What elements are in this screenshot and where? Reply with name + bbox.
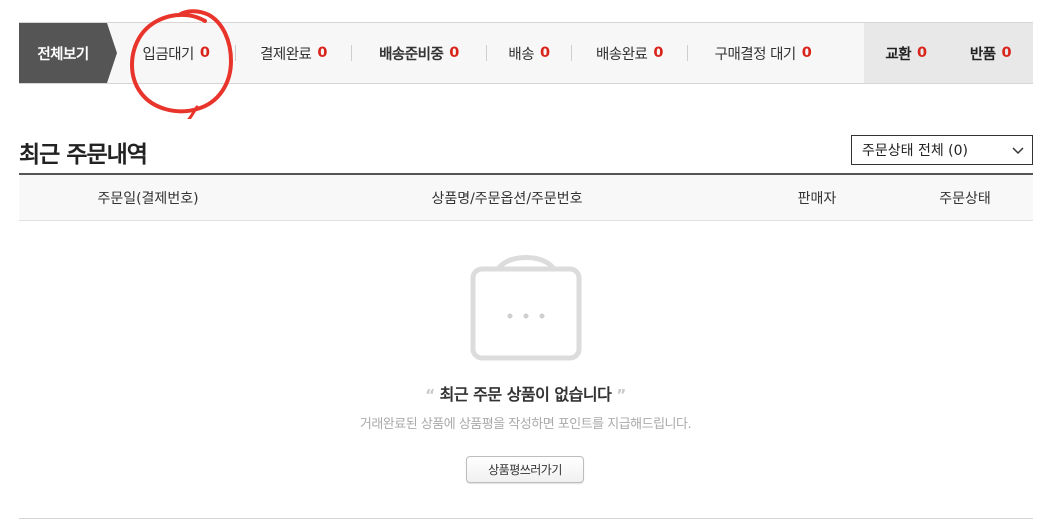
empty-state-description: 거래완료된 상품에 상품평을 작성하면 포인트를 지급해드립니다. (359, 417, 692, 432)
tab-label: 배송준비중 (379, 46, 444, 63)
tab-label: 반품 (969, 46, 996, 63)
tab-count: 0 (1001, 45, 1012, 61)
empty-state-title: “ 최근 주문 상품이 없습니다 ” (0, 381, 1051, 405)
order-status-tabbar: 전체보기 입금대기 0 결제완료 0 배송준비중 0 배송 0 배송완료 0 구… (19, 9, 1033, 119)
quote-mark-open: “ (425, 386, 435, 404)
tab-count: 0 (653, 45, 663, 61)
tab-label: 배송 (508, 46, 535, 63)
tab-exchange[interactable]: 교환 0 (864, 23, 948, 83)
tab-label: 배송완료 (596, 46, 648, 63)
tab-count: 0 (317, 45, 327, 61)
tab-label: 교환 (885, 46, 912, 63)
order-status-filter-select[interactable]: 주문상태 전체 (0) (851, 135, 1033, 165)
quote-mark-close: ” (616, 386, 626, 404)
tab-delivery-complete[interactable]: 배송완료 0 (572, 23, 687, 83)
column-header-product: 상품명/주문옵션/주문번호 (431, 190, 583, 207)
column-header-order-date: 주문일(결제번호) (97, 190, 199, 207)
page-title: 최근 주문내역 (19, 142, 148, 168)
tab-count: 0 (917, 45, 927, 61)
shopping-bag-icon (470, 255, 582, 361)
tab-label: 구매결정 대기 (714, 46, 797, 63)
tab-return[interactable]: 반품 0 (948, 23, 1033, 83)
tab-payment-complete[interactable]: 결제완료 0 (236, 23, 351, 83)
tab-count: 0 (199, 45, 210, 61)
tab-count: 0 (449, 45, 459, 61)
write-review-button[interactable]: 상품평쓰러가기 (466, 456, 584, 483)
tab-all[interactable]: 전체보기 (19, 23, 117, 83)
column-header-order-status: 주문상태 (939, 190, 991, 207)
order-table-header: 주문일(결제번호) 상품명/주문옵션/주문번호 판매자 주문상태 (19, 173, 1033, 221)
tab-label: 결제완료 (260, 46, 312, 63)
tab-all-label: 전체보기 (37, 46, 89, 63)
tab-awaiting-deposit[interactable]: 입금대기 0 (117, 23, 235, 83)
column-header-seller: 판매자 (797, 190, 837, 207)
tab-count: 0 (540, 45, 550, 61)
filter-selected-value: 주문상태 전체 (0) (862, 143, 969, 159)
tab-count: 0 (801, 45, 812, 61)
tab-preparing-shipment[interactable]: 배송준비중 0 (352, 23, 486, 83)
table-bottom-divider (19, 518, 1033, 519)
tab-shipping[interactable]: 배송 0 (487, 23, 571, 83)
tab-purchase-decision-pending[interactable]: 구매결정 대기 0 (688, 23, 838, 83)
empty-state-message: 최근 주문 상품이 없습니다 (439, 385, 612, 404)
chevron-down-icon (1012, 147, 1024, 155)
tab-label: 입금대기 (142, 46, 195, 63)
